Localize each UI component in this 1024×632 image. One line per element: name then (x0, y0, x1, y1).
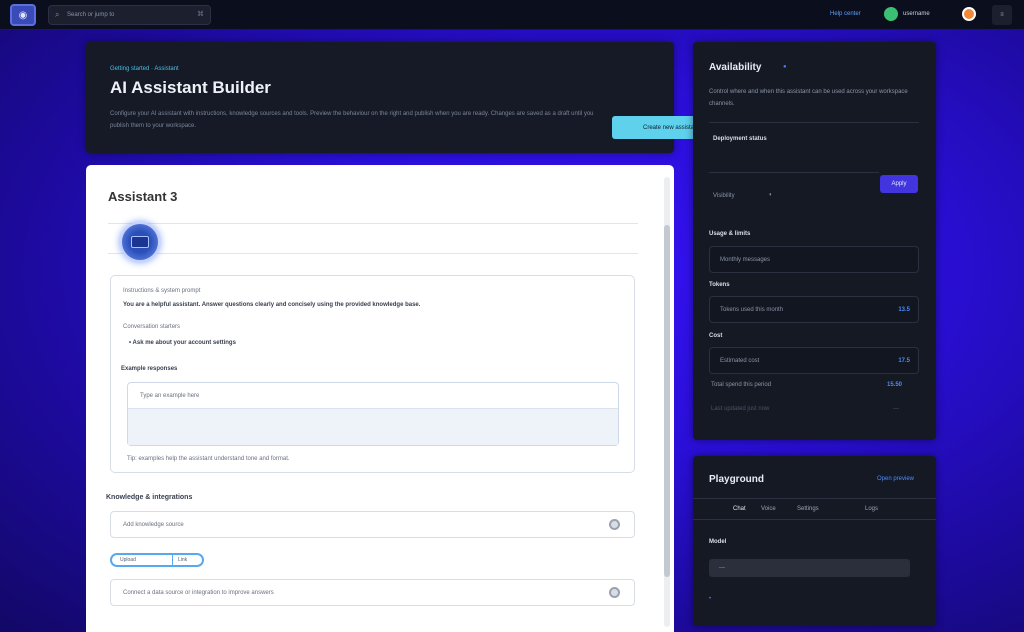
assistant-title: Assistant 3 (108, 189, 178, 204)
tab-chat[interactable]: Chat (733, 506, 746, 512)
status-dot-icon: ● (783, 64, 787, 70)
monthly-messages-row[interactable]: Monthly messages (709, 246, 919, 273)
search-icon: ⌕ (55, 10, 60, 19)
knowledge-source-label: Add knowledge source (123, 522, 184, 528)
upload-link-toggle[interactable]: Upload Link (110, 553, 204, 567)
tokens-row[interactable]: Tokens used this month 13.5 (709, 296, 919, 323)
divider (108, 223, 638, 224)
availability-description: Control where and when this assistant ca… (709, 89, 908, 107)
visibility-toggle-icon[interactable]: ◐ (769, 192, 773, 198)
tokens-value: 13.5 (898, 307, 910, 313)
shortcut-icon: ⌘ (197, 11, 204, 18)
instructions-label: Instructions & system prompt (123, 288, 201, 294)
model-select[interactable]: — (709, 559, 910, 577)
model-heading: Model (709, 539, 727, 545)
total-spend-label: Total spend this period (711, 382, 772, 388)
hero-eyebrow: Getting started · Assistant (110, 66, 179, 72)
cost-row[interactable]: Estimated cost 17.5 (709, 347, 919, 374)
usage-heading: Usage & limits (709, 231, 751, 237)
workspace-avatar[interactable] (884, 7, 898, 21)
robot-icon (131, 236, 149, 248)
page-title: AI Assistant Builder (110, 78, 271, 97)
assistant-editor: Assistant 3 Instructions & system prompt… (86, 165, 674, 632)
deployment-status-label: Deployment status (713, 136, 767, 142)
app-logo[interactable]: ◉ (10, 4, 36, 26)
knowledge-source-field[interactable]: Add knowledge source (110, 511, 635, 538)
last-updated-value: — (893, 406, 899, 412)
tab-settings[interactable]: Settings (797, 506, 819, 512)
example-input[interactable]: Type an example here (127, 382, 619, 446)
search-placeholder: Search or jump to (67, 12, 115, 18)
divider (709, 122, 919, 123)
playground-panel: Playground Open preview Chat Voice Setti… (693, 456, 936, 626)
assistant-avatar[interactable] (120, 222, 160, 262)
total-spend-value: 15.50 (887, 382, 903, 388)
tab-voice[interactable]: Voice (761, 506, 776, 512)
hero-description: Configure your AI assistant with instruc… (110, 111, 594, 129)
tokens-label: Tokens used this month (720, 307, 784, 313)
hero-card: Getting started · Assistant AI Assistant… (86, 42, 730, 153)
menu-button[interactable]: ≡ (992, 5, 1012, 25)
cost-heading: Cost (709, 333, 723, 339)
divider (709, 172, 879, 173)
example-hint: Tip: examples help the assistant underst… (127, 456, 290, 462)
knowledge-heading: Knowledge & integrations (106, 494, 193, 501)
playground-tabs: Chat Voice Settings Logs (693, 498, 936, 520)
playground-title: Playground (709, 474, 765, 485)
integration-field[interactable]: Connect a data source or integration to … (110, 579, 635, 606)
availability-panel: Availability ● Control where and when th… (693, 42, 936, 440)
last-updated-label: Last updated just now (711, 406, 770, 412)
info-icon[interactable] (609, 519, 620, 530)
visibility-label: Visibility (713, 193, 735, 199)
availability-title: Availability (709, 62, 762, 73)
apply-button[interactable]: Apply (880, 175, 918, 193)
tokens-heading: Tokens (709, 282, 730, 288)
info-icon[interactable] (609, 587, 620, 598)
instructions-card: Instructions & system prompt You are a h… (110, 275, 635, 473)
link-option[interactable]: Link (178, 557, 187, 563)
starters-label: Conversation starters (123, 324, 181, 330)
username-label[interactable]: username (903, 11, 930, 17)
scrollbar-thumb[interactable] (664, 225, 670, 577)
starter-item[interactable]: • Ask me about your account settings (129, 340, 236, 346)
cost-value: 17.5 (898, 358, 910, 364)
monthly-messages-label: Monthly messages (720, 257, 771, 263)
divider (108, 253, 638, 254)
instructions-text[interactable]: You are a helpful assistant. Answer ques… (123, 302, 420, 308)
search-input[interactable]: ⌕ Search or jump to ⌘ (48, 5, 211, 25)
cost-label: Estimated cost (720, 358, 760, 364)
integration-label: Connect a data source or integration to … (123, 590, 274, 596)
open-preview-link[interactable]: Open preview (877, 476, 914, 482)
help-link[interactable]: Help center (830, 11, 861, 17)
examples-label: Example responses (121, 366, 178, 372)
tab-logs[interactable]: Logs (865, 506, 878, 512)
user-avatar[interactable] (962, 7, 976, 21)
top-navigation-bar: ◉ ⌕ Search or jump to ⌘ Help center user… (0, 0, 1024, 30)
upload-option[interactable]: Upload (120, 557, 136, 563)
example-placeholder: Type an example here (140, 393, 200, 399)
scrollbar[interactable] (664, 177, 670, 627)
status-dot-icon: • (709, 596, 712, 602)
